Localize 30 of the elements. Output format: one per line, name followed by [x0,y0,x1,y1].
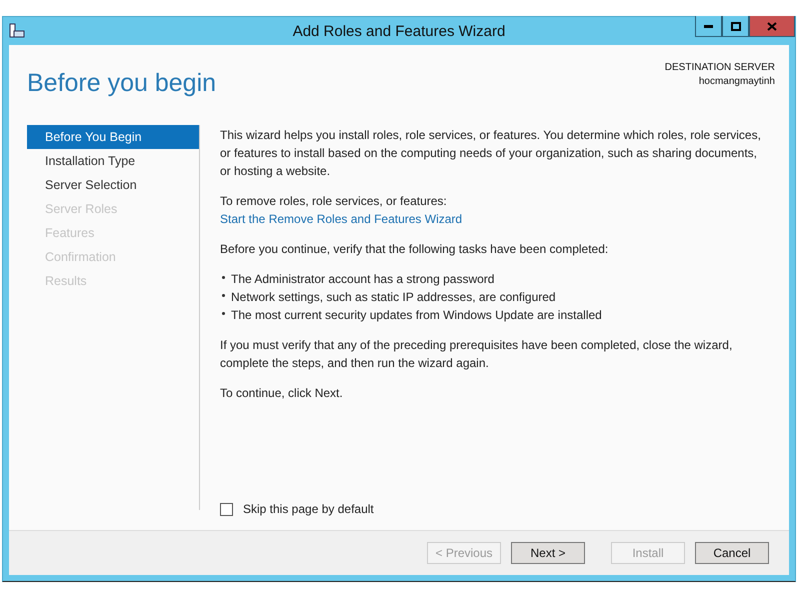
bullet-icon [222,312,225,315]
wizard-button[interactable]: Cancel [695,542,769,564]
wizard-step[interactable]: Before You Begin [27,125,199,149]
close-icon [767,22,777,30]
bullet-icon [222,276,225,279]
maximize-button[interactable] [722,16,749,37]
window-title: Add Roles and Features Wizard [292,22,506,40]
skip-checkbox[interactable] [220,502,233,516]
paragraph: If you must verify that any of the preceding prerequisites have been completed, close the wizard, complete the steps, and then run the wizard again. [220,337,734,372]
wizard-step[interactable]: Installation Type [27,149,199,173]
wizard-step[interactable]: Server Selection [27,173,199,197]
paragraph: To remove roles, role services, or features: [220,193,448,210]
server-icon [9,23,25,39]
page-title: Before you begin [27,69,216,99]
destination-server-label: DESTINATION SERVER [664,62,775,73]
paragraph: This wizard helps you install roles, role services, or features. You determine which roles, role services, or features to install based on the computing needs of your organization, such as sharing documents, or hosting a website. [220,127,762,180]
minimize-button[interactable] [695,16,722,37]
checkbox-label: Skip this page by default [243,501,374,518]
bullet-text: The most current security updates from Windows Update are installed [231,307,602,324]
server-name: hocmangmaytinh [698,76,775,87]
paragraph: Before you continue, verify that the following tasks have been completed: [220,241,610,258]
remove-wizard-link[interactable]: Start the Remove Roles and Features Wizard [220,210,462,228]
wizard-button[interactable]: Next > [511,542,585,564]
maximize-icon [730,22,740,30]
paragraph: To continue, click Next. [220,385,344,402]
bullet-text: The Administrator account has a strong password [231,271,494,288]
minimize-icon [704,24,713,28]
bullet-icon [222,294,225,297]
close-button[interactable] [749,16,795,37]
bullet-text: Network settings, such as static IP addresses, are configured [231,289,556,306]
